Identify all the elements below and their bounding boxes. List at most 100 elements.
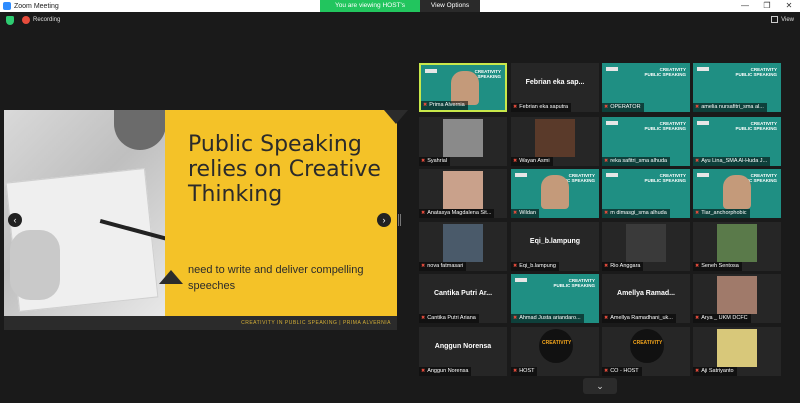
participant-tile[interactable]: Amellya Ramad... ✖ Amellya Ramadhani_uk... — [602, 274, 690, 323]
participant-tile[interactable]: CREATIVITY PUBLIC SPEAKING ✖ amelia nursafi… — [693, 63, 781, 112]
participant-name-label: ✖ Syahrial — [419, 157, 451, 166]
participant-name-label: ✖ Tiar_anchorphobic — [693, 209, 750, 218]
participant-tile[interactable]: CREATIVITY ✖ CO - HOST — [602, 327, 690, 376]
participant-name: Ahmad Justa ariandaro... — [519, 315, 581, 321]
participant-name: Arya _ UKM DCFC — [701, 315, 748, 321]
gallery-scroll-down-button[interactable]: ⌄ — [583, 378, 617, 394]
participant-tile[interactable]: CREATIVITY PUBLIC SPEAKING ✖ OPERATOR — [602, 63, 690, 112]
participant-name: Febrian eka saputra — [519, 104, 569, 110]
participant-name: Prima Alvernia — [429, 102, 465, 108]
mic-muted-icon: ✖ — [604, 210, 609, 216]
security-shield-icon[interactable] — [6, 16, 14, 25]
participant-tile[interactable]: ✖ Rio Anggara — [602, 222, 690, 271]
mic-muted-icon: ✖ — [695, 210, 700, 216]
participant-tile[interactable]: CREATIVITY PUBLIC SPEAKING ✖ Wildan — [511, 169, 599, 218]
participant-name: m dimasgi_sma alhuda — [610, 210, 667, 216]
participant-name-label: ✖ Ahmad Justa ariandaro... — [511, 314, 584, 323]
participant-name: nova fatmasari — [427, 263, 464, 269]
participant-name: amelia nursafitri_sma al... — [701, 104, 764, 110]
participant-name: Cantika Putri Ariana — [427, 315, 476, 321]
participant-tile[interactable]: Anggun Norensa ✖ Anggun Norensa — [419, 327, 507, 376]
participant-tile[interactable]: CREATIVITY PUBLIC SPEAKING ✖ Ahmad Justa ar… — [511, 274, 599, 323]
maximize-button[interactable]: ❐ — [756, 0, 778, 12]
background-brand-text: CREATIVITY PUBLIC SPEAKING — [644, 67, 686, 77]
participant-tile[interactable]: Febrian eka sap... ✖ Febrian eka saputra — [511, 63, 599, 112]
participant-display-name: Amellya Ramad... — [617, 290, 675, 297]
participant-name: Anatasya Magdalena Sit... — [427, 210, 492, 216]
mic-muted-icon: ✖ — [421, 158, 426, 164]
shared-screen-slide: Public Speaking relies on Creative Think… — [4, 110, 408, 330]
previous-slide-button[interactable]: ‹ — [8, 213, 22, 227]
mic-muted-icon: ✖ — [695, 158, 700, 164]
coffee-cup-image — [114, 110, 165, 150]
participant-tile[interactable]: ✖ Arya _ UKM DCFC — [693, 274, 781, 323]
participant-photo — [535, 119, 575, 157]
participant-tile[interactable]: ✖ Wayan Asmi — [511, 117, 599, 166]
brand-logo-icon — [425, 69, 437, 73]
participant-name: Ayu Lina_SMA Al-Huda J... — [701, 158, 768, 164]
mic-muted-icon: ✖ — [513, 210, 518, 216]
participant-name-label: ✖ m dimasgi_sma alhuda — [602, 209, 670, 218]
mic-muted-icon: ✖ — [695, 315, 700, 321]
participant-photo — [717, 276, 757, 314]
mic-muted-icon: ✖ — [421, 210, 426, 216]
participant-tile[interactable]: ✖ Syahrial — [419, 117, 507, 166]
mic-muted-icon: ✖ — [513, 104, 518, 110]
participant-tile[interactable]: ✖ Aji Satriyanto — [693, 327, 781, 376]
mic-muted-icon: ✖ — [604, 368, 609, 374]
participant-avatar: CREATIVITY — [539, 329, 573, 363]
participant-display-name: Febrian eka sap... — [525, 79, 585, 86]
meeting-topbar: Recording View — [0, 12, 800, 30]
participant-tile[interactable]: Eqi_b.lampung ✖ Eqi_b.lampung — [511, 222, 599, 271]
participant-tile[interactable]: CREATIVITY PUBLIC SPEAKING ✖ Ayu Lina_SMA A… — [693, 117, 781, 166]
background-brand-text: CREATIVITY PUBLIC SPEAKING — [553, 278, 595, 288]
mic-muted-icon: ✖ — [695, 104, 700, 110]
minimize-button[interactable]: — — [734, 0, 756, 12]
participant-tile[interactable]: CREATIVITY PUBLIC SPEAKING ✖ Prima Alvernia — [419, 63, 507, 112]
mic-muted-icon: ✖ — [695, 263, 700, 269]
participant-tile[interactable]: Cantika Putri Ar... ✖ Cantika Putri Ariana — [419, 274, 507, 323]
participant-display-name: Anggun Norensa — [434, 343, 492, 350]
participant-name-label: ✖ OPERATOR — [602, 103, 644, 112]
participant-name-label: ✖ Amellya Ramadhani_uk... — [602, 314, 676, 323]
participant-photo — [626, 224, 666, 262]
brand-logo-icon — [515, 278, 527, 282]
participant-name: Amellya Ramadhani_uk... — [610, 315, 673, 321]
participant-person-image — [541, 175, 569, 209]
participant-name-label: ✖ Eqi_b.lampung — [511, 262, 559, 271]
view-label: View — [781, 16, 794, 23]
participant-name-label: ✖ Anggun Norensa — [419, 367, 472, 376]
view-options-button[interactable]: View Options ⌄ — [420, 0, 480, 21]
participant-tile[interactable]: CREATIVITY PUBLIC SPEAKING ✖ Tiar_anchorpho… — [693, 169, 781, 218]
participant-tile[interactable]: CREATIVITY PUBLIC SPEAKING ✖ m dimasgi_sma … — [602, 169, 690, 218]
mic-muted-icon: ✖ — [695, 368, 700, 374]
participant-tile[interactable]: ✖ Anatasya Magdalena Sit... — [419, 169, 507, 218]
participant-name: Anggun Norensa — [427, 368, 469, 374]
participant-tile[interactable]: ✖ nova fatmasari — [419, 222, 507, 271]
split-divider-handle[interactable] — [398, 214, 401, 226]
participant-display-name: Eqi_b.lampung — [529, 238, 581, 245]
view-button[interactable]: View — [771, 16, 794, 23]
close-button[interactable]: ✕ — [778, 0, 800, 12]
next-slide-button[interactable]: › — [377, 213, 391, 227]
mic-muted-icon: ✖ — [604, 104, 609, 110]
participant-name: Aji Satriyanto — [701, 368, 734, 374]
participant-tile[interactable]: CREATIVITY PUBLIC SPEAKING ✖ reka safitri_s… — [602, 117, 690, 166]
participant-tile[interactable]: ✖ Seneh Sentosa — [693, 222, 781, 271]
slide-footer: CREATIVITY IN PUBLIC SPEAKING | PRIMA AL… — [4, 316, 397, 330]
slide-headline: Public Speaking relies on Creative Think… — [188, 132, 381, 207]
participant-name: Syahrial — [427, 158, 448, 164]
brand-logo-icon — [697, 67, 709, 71]
participant-tile[interactable]: CREATIVITY ✖ HOST — [511, 327, 599, 376]
participant-name: Rio Anggara — [610, 263, 641, 269]
participant-name-label: ✖ Wildan — [511, 209, 540, 218]
participant-photo — [443, 171, 483, 209]
window-controls: — ❐ ✕ — [734, 0, 800, 12]
brand-logo-icon — [606, 121, 618, 125]
zoom-app-icon — [3, 2, 11, 10]
participant-name-label: ✖ Anatasya Magdalena Sit... — [419, 209, 495, 218]
participant-photo — [443, 119, 483, 157]
participant-name: Wildan — [519, 210, 537, 216]
participant-name-label: ✖ nova fatmasari — [419, 262, 467, 271]
viewing-screen-label: You are viewing HOST's screen — [320, 0, 420, 21]
